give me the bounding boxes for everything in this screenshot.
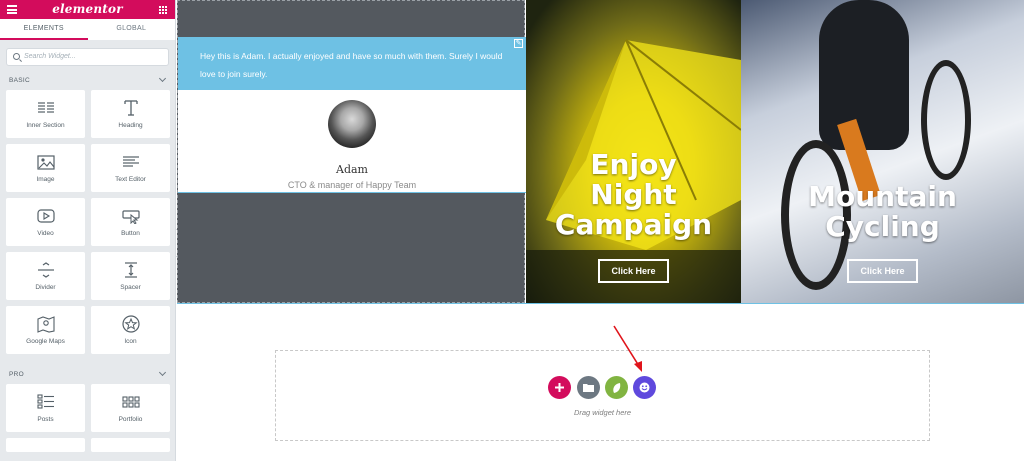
author-name: Adam: [336, 163, 368, 176]
panel-tabs: ELEMENTS GLOBAL: [0, 19, 175, 40]
tab-global[interactable]: GLOBAL: [88, 19, 176, 40]
divider-icon: [6, 261, 85, 279]
widget-label: Icon: [124, 338, 137, 345]
heading-icon: [91, 99, 170, 117]
category-basic[interactable]: BASIC: [0, 72, 175, 90]
add-section-dropzone[interactable]: Drag widget here: [275, 350, 930, 441]
category-basic-label: BASIC: [9, 77, 31, 84]
quote-text: Hey this is Adam. I actually enjoyed and…: [200, 51, 503, 79]
posts-icon: [6, 393, 85, 411]
widget-heading[interactable]: Heading: [91, 90, 170, 138]
testimonial-quote: Hey this is Adam. I actually enjoyed and…: [178, 37, 526, 97]
widget-label: Portfolio: [118, 416, 143, 423]
bike-wheel: [921, 60, 971, 180]
click-here-button[interactable]: Click Here: [598, 259, 669, 283]
widget-label: Heading: [118, 122, 143, 129]
widget-label: Text Editor: [115, 176, 146, 183]
widget-button[interactable]: Button: [91, 198, 170, 246]
widget-label: Button: [121, 230, 140, 237]
image-icon: [6, 153, 85, 171]
widget-partial[interactable]: [91, 438, 170, 452]
banner-title: Enjoy Night Campaign: [554, 148, 713, 241]
category-pro-label: PRO: [9, 371, 24, 378]
portfolio-icon: [91, 393, 170, 411]
basic-widgets-grid: Inner Section Heading Image Text Editor …: [0, 90, 175, 354]
widget-divider[interactable]: Divider: [6, 252, 85, 300]
category-pro[interactable]: PRO: [0, 366, 175, 384]
leaf-icon: [613, 382, 621, 393]
widget-label: Spacer: [120, 284, 141, 291]
spacer-icon: [91, 261, 170, 279]
rider-image: [819, 0, 909, 150]
add-template-button[interactable]: [577, 376, 600, 399]
chevron-down-icon: [158, 368, 167, 377]
tab-elements[interactable]: ELEMENTS: [0, 19, 88, 40]
widget-label: Posts: [37, 416, 54, 423]
widget-video[interactable]: Video: [6, 198, 85, 246]
widget-label: Image: [36, 176, 55, 183]
editor-canvas: Hey this is Adam. I actually enjoyed and…: [177, 0, 1024, 461]
happy-addons-templates-button[interactable]: [633, 376, 656, 399]
text-editor-icon: [91, 153, 170, 171]
widget-partial[interactable]: [6, 438, 85, 452]
map-icon: [6, 315, 85, 333]
red-annotation-arrow: [613, 325, 642, 372]
edit-widget-icon[interactable]: ✎: [514, 39, 523, 48]
widget-spacer[interactable]: Spacer: [91, 252, 170, 300]
widget-label: Inner Section: [26, 122, 65, 129]
author-role: CTO & manager of Happy Team: [287, 180, 417, 190]
widget-image[interactable]: Image: [6, 144, 85, 192]
widget-text-editor[interactable]: Text Editor: [91, 144, 170, 192]
widget-label: Video: [37, 230, 54, 237]
columns-icon: [6, 99, 85, 117]
banner-title: Mountain Cycling: [808, 180, 957, 243]
widget-google-maps[interactable]: Google Maps: [6, 306, 85, 354]
plus-icon: [555, 383, 564, 392]
drag-widget-hint: Drag widget here: [573, 408, 632, 417]
chevron-down-icon: [158, 74, 167, 83]
elementor-logo: elementor: [52, 2, 123, 16]
banner-night-campaign[interactable]: Enjoy Night Campaign Click Here: [526, 0, 741, 303]
pro-widgets-grid: Posts Portfolio: [0, 384, 175, 452]
smiley-icon: [639, 382, 650, 393]
add-section-button[interactable]: [548, 376, 571, 399]
widget-portfolio[interactable]: Portfolio: [91, 384, 170, 432]
folder-icon: [583, 384, 594, 392]
testimonial-author-card: Adam CTO & manager of Happy Team: [178, 90, 526, 193]
elementor-panel: elementor ELEMENTS GLOBAL Search Widget.…: [0, 0, 176, 461]
search-input[interactable]: Search Widget...: [6, 48, 169, 66]
star-icon: [91, 315, 170, 333]
avatar: [328, 100, 376, 148]
envato-elements-button[interactable]: [605, 376, 628, 399]
section-border: [177, 303, 1024, 304]
widget-posts[interactable]: Posts: [6, 384, 85, 432]
panel-header: elementor: [0, 0, 175, 19]
video-icon: [6, 207, 85, 225]
click-here-button[interactable]: Click Here: [847, 259, 918, 283]
search-icon: [13, 53, 20, 60]
widget-label: Divider: [35, 284, 56, 291]
widget-icon[interactable]: Icon: [91, 306, 170, 354]
button-icon: [91, 207, 170, 225]
widget-inner-section[interactable]: Inner Section: [6, 90, 85, 138]
banner-mountain-cycling[interactable]: Mountain Cycling Click Here: [741, 0, 1024, 303]
testimonial-column[interactable]: Hey this is Adam. I actually enjoyed and…: [177, 0, 526, 303]
widget-label: Google Maps: [26, 338, 65, 345]
widgets-grid-icon[interactable]: [158, 5, 167, 14]
